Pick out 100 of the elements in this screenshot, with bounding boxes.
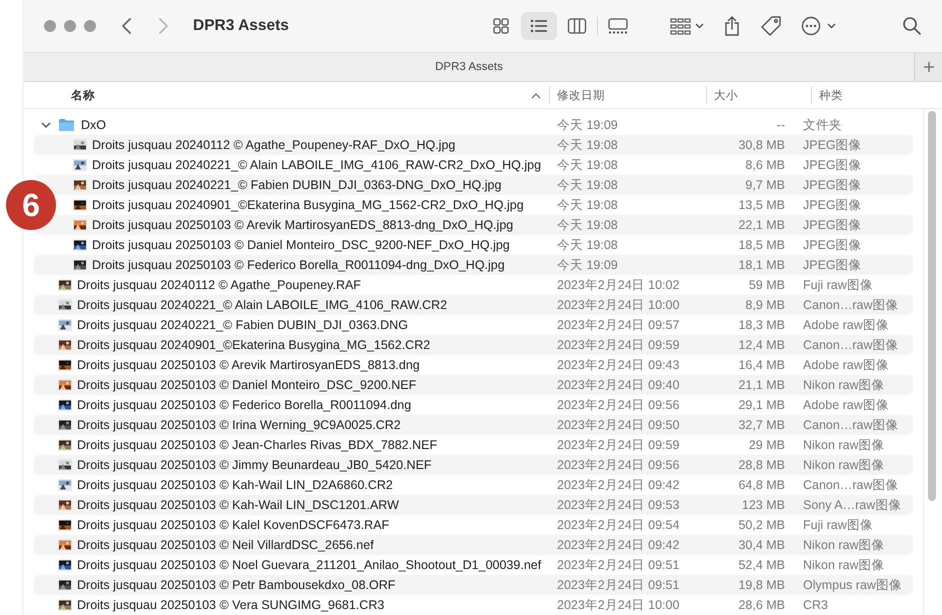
file-size: 30,4 MB bbox=[738, 538, 785, 552]
file-size: 8,9 MB bbox=[745, 298, 785, 312]
file-kind: Sony A…raw图像 bbox=[803, 498, 902, 512]
file-kind: 文件夹 bbox=[803, 118, 842, 132]
file-kind: JPEG图像 bbox=[803, 138, 862, 152]
file-name: Droits jusquau 20240901_©Ekaterina Busygina_MG_1562-CR2_DxO_HQ.jpg bbox=[92, 198, 524, 212]
file-name: Droits jusquau 20250103 © Neil VillardDSC_2656.nef bbox=[77, 538, 374, 552]
column-header[interactable]: 种类 bbox=[819, 88, 843, 102]
modified-date: 今天 19:08 bbox=[557, 158, 618, 172]
file-size: 28,8 MB bbox=[738, 458, 785, 472]
modified-date: 2023年2月24日 09:51 bbox=[557, 578, 680, 592]
file-size: 21,1 MB bbox=[738, 378, 785, 392]
file-kind: JPEG图像 bbox=[803, 258, 862, 272]
file-name: Droits jusquau 20250103 © Kah-Wail LIN_D2A6860.CR2 bbox=[77, 478, 393, 492]
back-icon[interactable] bbox=[121, 17, 133, 35]
file-kind: Nikon raw图像 bbox=[803, 458, 885, 472]
file-size: 29,1 MB bbox=[738, 398, 785, 412]
file-kind: Olympus raw图像 bbox=[803, 578, 902, 592]
modified-date: 2023年2月24日 09:57 bbox=[557, 318, 680, 332]
grid-icon bbox=[492, 17, 510, 35]
file-kind: Canon…raw图像 bbox=[803, 338, 898, 352]
file-size: 28,6 MB bbox=[738, 598, 785, 612]
modified-date: 2023年2月24日 09:54 bbox=[557, 518, 680, 532]
file-name: Droits jusquau 20250103 © Noel Guevara_211201_Anilao_Shootout_D1_00039.nef bbox=[77, 558, 542, 572]
window-title: DPR3 Assets bbox=[193, 17, 290, 35]
modified-date: 2023年2月24日 09:51 bbox=[557, 558, 680, 572]
file-size: 18,1 MB bbox=[738, 258, 785, 272]
file-kind: JPEG图像 bbox=[803, 178, 862, 192]
gallery-icon bbox=[607, 17, 629, 35]
list-view-button[interactable] bbox=[521, 12, 557, 40]
file-size: 123 MB bbox=[742, 498, 785, 512]
file-size: 64,8 MB bbox=[738, 478, 785, 492]
modified-date: 2023年2月24日 09:42 bbox=[557, 538, 680, 552]
file-size: 16,4 MB bbox=[738, 358, 785, 372]
column-header[interactable]: 名称 bbox=[71, 88, 95, 102]
file-size: 18,3 MB bbox=[738, 318, 785, 332]
file-kind: Fuji raw图像 bbox=[803, 278, 873, 292]
modified-date: 2023年2月24日 09:56 bbox=[557, 458, 680, 472]
column-header[interactable]: 大小 bbox=[714, 88, 738, 102]
sort-caret-icon bbox=[531, 92, 541, 98]
file-size: 9,7 MB bbox=[745, 178, 785, 192]
file-name: Droits jusquau 20240112 © Agathe_Poupeney.RAF bbox=[77, 278, 361, 292]
file-name: Droits jusquau 20240221_© Fabien DUBIN_DJI_0363-DNG_DxO_HQ.jpg bbox=[92, 178, 502, 192]
file-size: -- bbox=[776, 118, 785, 132]
modified-date: 2023年2月24日 09:50 bbox=[557, 418, 680, 432]
file-name: Droits jusquau 20240112 © Agathe_Poupeney-RAF_DxO_HQ.jpg bbox=[92, 138, 456, 152]
folder-icon bbox=[58, 118, 75, 132]
file-kind: Fuji raw图像 bbox=[803, 518, 873, 532]
file-kind: Adobe raw图像 bbox=[803, 358, 889, 372]
modified-date: 2023年2月24日 09:59 bbox=[557, 438, 680, 452]
file-size: 19,8 MB bbox=[738, 578, 785, 592]
file-name: Droits jusquau 20250103 © Daniel Monteiro_DSC_9200-NEF_DxO_HQ.jpg bbox=[92, 238, 510, 252]
modified-date: 今天 19:08 bbox=[557, 198, 618, 212]
list-icon bbox=[529, 17, 549, 35]
modified-date: 2023年2月24日 10:00 bbox=[557, 598, 680, 612]
file-kind: Canon…raw图像 bbox=[803, 298, 898, 312]
file-kind: JPEG图像 bbox=[803, 238, 862, 252]
modified-date: 今天 19:08 bbox=[557, 238, 618, 252]
file-name: Droits jusquau 20250103 © Federico Borella_R0011094.dng bbox=[77, 398, 412, 412]
file-kind: Nikon raw图像 bbox=[803, 378, 885, 392]
modified-date: 2023年2月24日 09:40 bbox=[557, 378, 680, 392]
file-size: 32,7 MB bbox=[738, 418, 785, 432]
file-kind: Nikon raw图像 bbox=[803, 558, 885, 572]
modified-date: 2023年2月24日 09:53 bbox=[557, 498, 680, 512]
modified-date: 今天 19:09 bbox=[557, 118, 618, 132]
step-badge: 6 bbox=[6, 180, 56, 230]
file-name: Droits jusquau 20250103 © Kalel KovenDSCF6473.RAF bbox=[77, 518, 390, 532]
column-header[interactable]: 修改日期 bbox=[557, 88, 605, 102]
search-icon[interactable] bbox=[902, 16, 922, 36]
file-size: 30,8 MB bbox=[738, 138, 785, 152]
file-kind: Adobe raw图像 bbox=[803, 398, 889, 412]
modified-date: 今天 19:08 bbox=[557, 218, 618, 232]
file-size: 8,6 MB bbox=[745, 158, 785, 172]
file-name: Droits jusquau 20250103 © Arevik MartirosyanEDS_8813-dng_DxO_HQ.jpg bbox=[92, 218, 514, 232]
file-name: Droits jusquau 20240221_© Fabien DUBIN_DJI_0363.DNG bbox=[77, 318, 408, 332]
file-size: 12,4 MB bbox=[738, 338, 785, 352]
file-kind: Nikon raw图像 bbox=[803, 438, 885, 452]
modified-date: 今天 19:09 bbox=[557, 258, 618, 272]
file-name: Droits jusquau 20240221_© Alain LABOILE_IMG_4106_RAW-CR2_DxO_HQ.jpg bbox=[92, 158, 542, 172]
file-name: Droits jusquau 20250103 © Daniel Monteiro_DSC_9200.NEF bbox=[77, 378, 416, 392]
file-size: 29 MB bbox=[748, 438, 785, 452]
modified-date: 今天 19:08 bbox=[557, 178, 618, 192]
modified-date: 2023年2月24日 09:59 bbox=[557, 338, 680, 352]
file-name: Droits jusquau 20250103 © Irina Werning_9C9A0025.CR2 bbox=[77, 418, 401, 432]
disclosure-icon[interactable] bbox=[41, 120, 51, 130]
file-name: Droits jusquau 20240901_©Ekaterina Busygina_MG_1562.CR2 bbox=[77, 338, 430, 352]
modified-date: 2023年2月24日 10:00 bbox=[557, 298, 680, 312]
file-size: 50,2 MB bbox=[738, 518, 785, 532]
file-name: Droits jusquau 20250103 © Federico Borella_R0011094-dng_DxO_HQ.jpg bbox=[92, 258, 505, 272]
file-name: DxO bbox=[81, 118, 106, 132]
modified-date: 今天 19:08 bbox=[557, 138, 618, 152]
file-name: Droits jusquau 20250103 © Arevik MartirosyanEDS_8813.dng bbox=[77, 358, 420, 372]
file-kind: Canon…raw图像 bbox=[803, 478, 898, 492]
new-tab-button[interactable] bbox=[914, 53, 942, 81]
modified-date: 2023年2月24日 09:56 bbox=[557, 398, 680, 412]
file-size: 52,4 MB bbox=[738, 558, 785, 572]
scrollbar[interactable] bbox=[928, 111, 936, 501]
file-size: 18,5 MB bbox=[738, 238, 785, 252]
file-kind: CR3 bbox=[803, 598, 828, 612]
columns-icon bbox=[567, 17, 587, 35]
